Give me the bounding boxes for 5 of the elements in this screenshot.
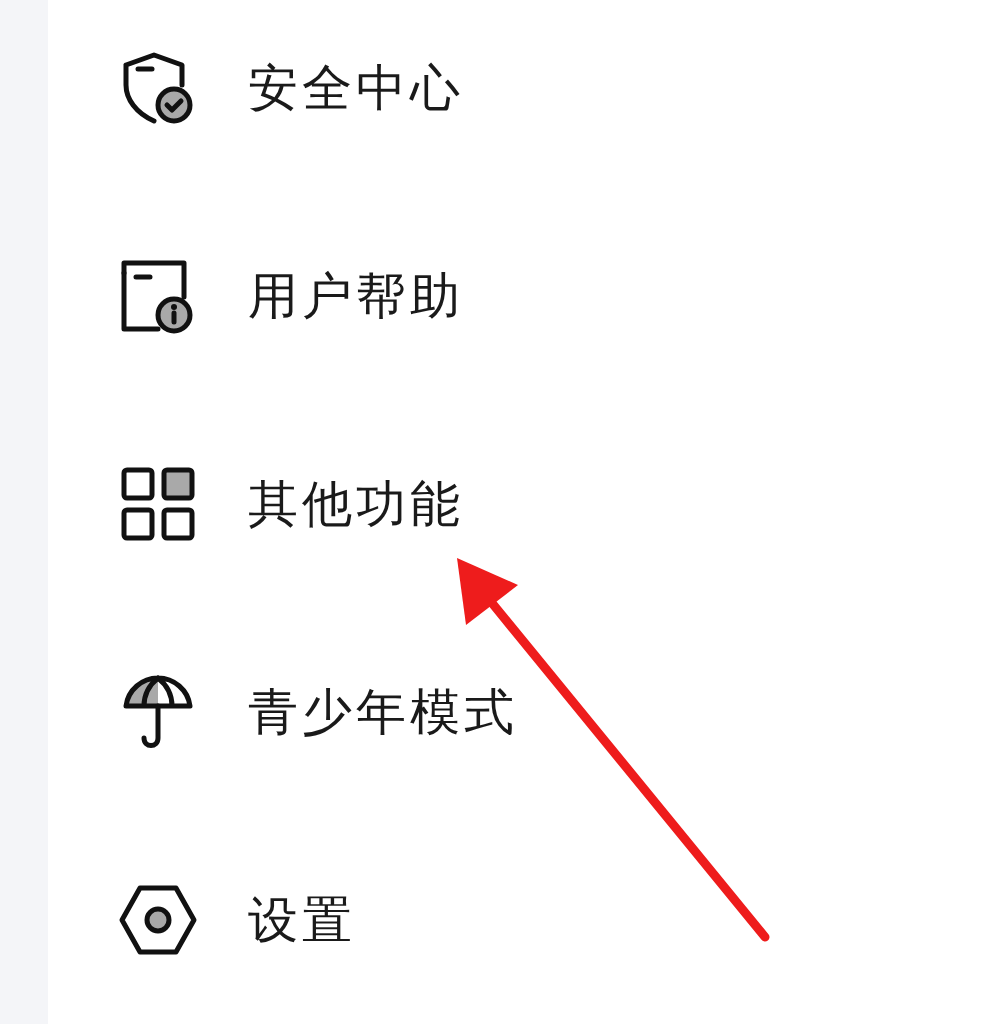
menu-item[interactable]: 青少年模式 — [48, 608, 1004, 817]
menu-item[interactable]: 其他功能 — [48, 400, 1004, 609]
menu-item[interactable]: 用户帮助 — [48, 192, 1004, 401]
menu-item[interactable]: 设置 — [48, 816, 1004, 1024]
menu-item[interactable]: 安全中心 — [48, 0, 1004, 193]
